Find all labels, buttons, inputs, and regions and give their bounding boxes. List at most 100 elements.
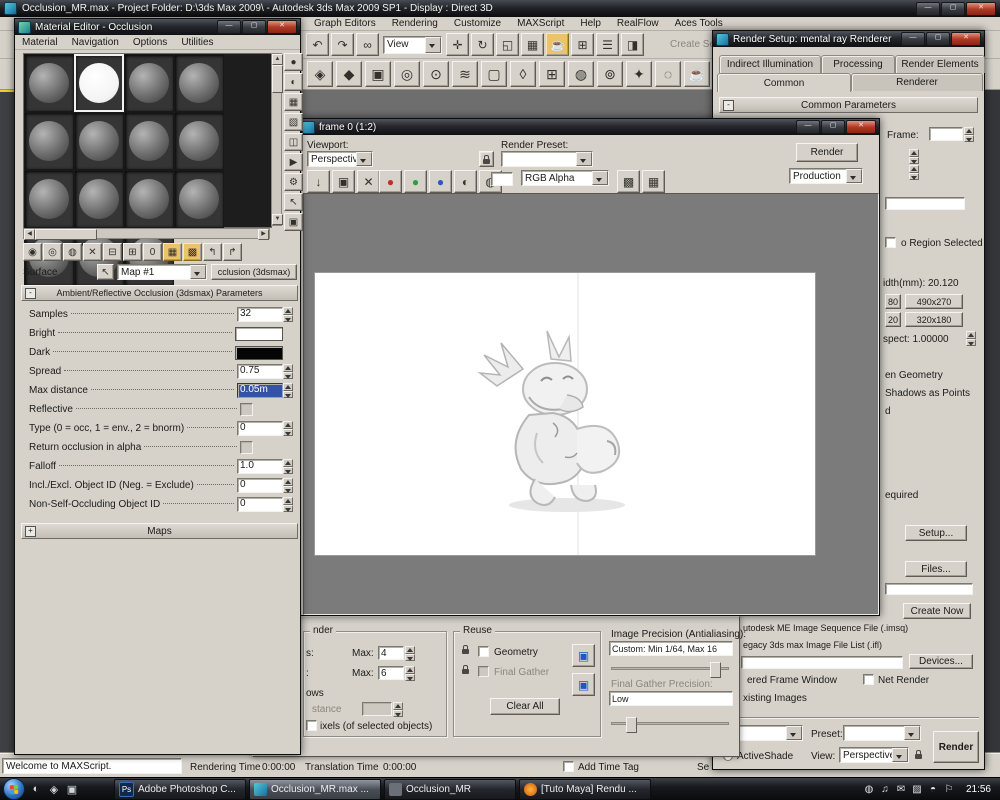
common-parameters-rollout[interactable]: - Common Parameters [719, 97, 978, 113]
image-precision-slider[interactable] [611, 667, 729, 670]
spinner-snap-icon[interactable]: ◎ [394, 61, 420, 87]
mirror-tool-icon[interactable]: ▢ [481, 61, 507, 87]
blue-channel-icon[interactable]: ● [429, 170, 452, 193]
ripple-icon[interactable]: ≋ [452, 61, 478, 87]
make-preview-icon[interactable]: ▶ [284, 153, 303, 171]
lock-view-icon[interactable] [911, 747, 926, 763]
max-distance-input[interactable]: 0.05m [237, 383, 283, 398]
material-slot[interactable] [174, 170, 224, 228]
tray-1-icon[interactable]: ◍ [862, 782, 876, 796]
schematic-view-icon[interactable]: ◨ [621, 33, 644, 56]
pixel-aspect-spinner[interactable] [966, 331, 976, 346]
angle-snap-icon[interactable]: ◆ [336, 61, 362, 87]
scroll-thumb[interactable] [272, 65, 283, 93]
rendered-frame-titlebar[interactable]: frame 0 (1:2) — ▢ ✕ [299, 119, 879, 135]
named-selection-dropdown[interactable]: View [383, 36, 442, 54]
image-size-320x180-button[interactable]: 320x180 [905, 312, 963, 327]
setup-button[interactable]: Setup... [905, 525, 967, 541]
snap-toggle-icon[interactable]: ◈ [307, 61, 333, 87]
redo-icon[interactable]: ↷ [331, 33, 354, 56]
falloff-spinner[interactable] [283, 459, 293, 474]
select-move-icon[interactable]: ✛ [446, 33, 469, 56]
render-button[interactable]: Render [796, 143, 858, 162]
video-color-check-icon[interactable]: ◫ [284, 133, 303, 151]
range-to-spinner[interactable] [909, 165, 919, 180]
minimize-icon[interactable]: — [796, 120, 820, 134]
render-setup-titlebar[interactable]: Render Setup: mental ray Renderer — ▢ ✕ [713, 31, 984, 47]
create-now-button[interactable]: Create Now [903, 603, 971, 619]
rotate-icon[interactable]: ↻ [471, 33, 494, 56]
range-from-spinner[interactable] [909, 149, 919, 164]
preset-dropdown[interactable] [843, 725, 921, 741]
lock-final-gather-icon[interactable] [458, 662, 473, 678]
render-preset-dropdown[interactable] [501, 151, 593, 167]
material-slot[interactable] [74, 170, 124, 228]
menu-utilities[interactable]: Utilities [174, 37, 220, 48]
tray-2-icon[interactable]: ♫ [878, 782, 892, 796]
material-slot[interactable] [174, 54, 224, 112]
material-slot[interactable] [124, 170, 174, 228]
material-slot[interactable] [124, 54, 174, 112]
fg-precision-slider[interactable] [611, 722, 729, 725]
put-material-icon[interactable]: ◎ [43, 243, 62, 261]
type-spinner[interactable] [283, 421, 293, 436]
tray-3-icon[interactable]: ✉ [894, 782, 908, 796]
maximize-icon[interactable]: ▢ [941, 2, 965, 16]
menu-help[interactable]: Help [572, 18, 609, 29]
file-number-base-input[interactable] [885, 197, 965, 210]
material-slot[interactable] [24, 112, 74, 170]
graphite-icon[interactable]: ◍ [568, 61, 594, 87]
max-refractions-input[interactable]: 6 [378, 666, 404, 680]
reflective-checkbox[interactable] [240, 403, 253, 416]
material-slot[interactable] [124, 112, 174, 170]
distance-spinner[interactable] [393, 702, 403, 717]
collapse-icon[interactable]: - [723, 100, 734, 111]
minimize-icon[interactable]: — [901, 32, 925, 46]
tab-common[interactable]: Common [717, 73, 851, 92]
max-refractions-spinner[interactable] [405, 666, 415, 681]
edit-named-selection-icon[interactable]: ⊙ [423, 61, 449, 87]
chevron-down-icon[interactable] [576, 152, 592, 166]
quick-render-icon[interactable]: ☕ [684, 61, 710, 87]
show-end-result-icon[interactable]: ▩ [183, 243, 202, 261]
add-time-tag-checkbox[interactable] [563, 761, 574, 772]
clone-window-icon[interactable]: ▣ [332, 170, 355, 193]
menu-navigation[interactable]: Navigation [65, 37, 126, 48]
view-dropdown[interactable]: Perspective [839, 747, 909, 763]
sample-tiling-icon[interactable]: ▧ [284, 113, 303, 131]
monochrome-icon[interactable]: ◐ [454, 170, 477, 193]
undo-icon[interactable]: ↶ [306, 33, 329, 56]
select-by-material-icon[interactable]: ↖ [284, 193, 303, 211]
net-render-checkbox[interactable] [863, 674, 874, 685]
image-size-490x270-button[interactable]: 490x270 [905, 294, 963, 309]
material-slot[interactable] [24, 170, 74, 228]
output-path-field[interactable] [885, 583, 973, 595]
save-image-icon[interactable]: ↓ [307, 170, 330, 193]
menu-rendering[interactable]: Rendering [384, 18, 446, 29]
render-setup-icon[interactable]: ☕ [546, 33, 569, 56]
green-channel-icon[interactable]: ● [404, 170, 427, 193]
max-reflections-spinner[interactable] [405, 646, 415, 661]
lights-icon[interactable]: ✦ [626, 61, 652, 87]
max-distance-spinner[interactable] [283, 383, 293, 398]
files-button[interactable]: Files... [905, 561, 967, 577]
curve-editor-icon[interactable]: ☰ [596, 33, 619, 56]
menu-graph-editors[interactable]: Graph Editors [306, 18, 384, 29]
channel-display-dropdown[interactable]: RGB Alpha [521, 170, 609, 186]
devices-button[interactable]: Devices... [909, 654, 973, 669]
menu-aces-tools[interactable]: Aces Tools [667, 18, 731, 29]
tray-6-icon[interactable]: ⚐ [942, 782, 956, 796]
maps-rollout[interactable]: + Maps [21, 523, 298, 539]
taskbar-item-occlusion-mr[interactable]: Occlusion_MR [384, 779, 516, 800]
slider-handle[interactable] [710, 662, 721, 678]
material-editor-titlebar[interactable]: Material Editor - Occlusion — ▢ ✕ [15, 19, 300, 35]
expand-icon[interactable]: + [25, 526, 36, 537]
main-window-titlebar[interactable]: Occlusion_MR.max - Project Folder: D:\3d… [0, 0, 1000, 17]
go-to-parent-icon[interactable]: ↰ [203, 243, 222, 261]
menu-customize[interactable]: Customize [446, 18, 509, 29]
maximize-icon[interactable]: ▢ [926, 32, 950, 46]
scroll-thumb[interactable] [35, 229, 97, 240]
mirror-icon[interactable]: ▦ [521, 33, 544, 56]
chevron-down-icon[interactable] [356, 152, 372, 166]
render-button[interactable]: Render [933, 731, 979, 763]
